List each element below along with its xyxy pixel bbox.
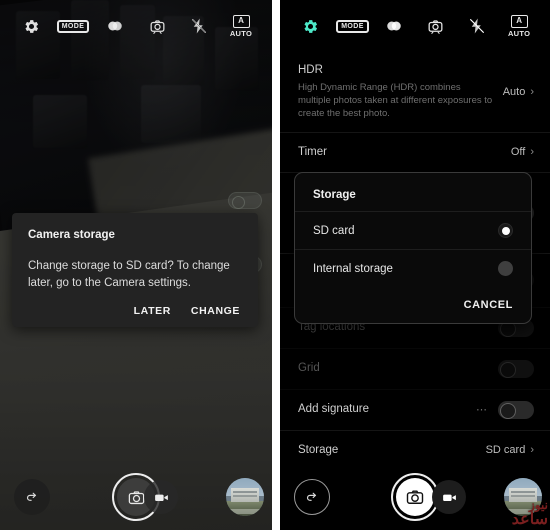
thumbnail-road: [504, 509, 542, 514]
flash-off-icon[interactable]: [462, 11, 492, 41]
later-button[interactable]: LATER: [134, 305, 171, 317]
setting-value[interactable]: SD card ›: [486, 444, 534, 456]
cancel-button[interactable]: CANCEL: [464, 299, 513, 311]
auto-letter: A: [232, 14, 250, 28]
mode-icon[interactable]: MODE: [56, 11, 90, 41]
back-button[interactable]: [14, 479, 50, 515]
setting-title: Add signature: [298, 403, 369, 416]
change-button[interactable]: CHANGE: [191, 305, 240, 317]
chevron-right-icon: ›: [530, 146, 534, 159]
auto-label: AUTO: [507, 28, 531, 38]
gallery-thumbnail[interactable]: [504, 478, 542, 516]
storage-option-sd-card[interactable]: SD card: [295, 211, 531, 249]
switch-camera-icon[interactable]: [421, 11, 451, 41]
settings-gear-icon[interactable]: [16, 11, 46, 41]
setting-title: Grid: [298, 362, 320, 375]
chevron-right-icon: ›: [530, 85, 534, 98]
setting-value-text: SD card: [485, 444, 526, 457]
radio-unselected-icon[interactable]: [498, 261, 513, 276]
auto-letter: A: [510, 14, 528, 28]
dual-screenshot: MODE A AUTO Camera storage Change storag…: [0, 0, 550, 530]
storage-dialog-title: Storage: [313, 189, 356, 201]
camera-storage-dialog: Camera storage Change storage to SD card…: [12, 213, 258, 328]
setting-row-add-signature[interactable]: Add signature ⋯: [280, 390, 550, 431]
setting-title: Storage: [298, 443, 339, 456]
auto-mode-icon[interactable]: A AUTO: [504, 11, 534, 41]
auto-label: AUTO: [229, 28, 253, 38]
setting-value[interactable]: Auto ›: [503, 86, 534, 98]
setting-title: HDR: [298, 64, 323, 76]
setting-value-text: Off: [510, 146, 526, 159]
setting-title: Timer: [298, 145, 327, 158]
setting-value-text: Auto: [502, 85, 526, 98]
video-record-button[interactable]: [432, 480, 466, 514]
storage-dialog-actions: CANCEL: [295, 287, 531, 317]
flash-off-icon[interactable]: [184, 11, 214, 41]
chevron-right-icon: ›: [530, 444, 534, 457]
storage-option-label: SD card: [313, 224, 355, 237]
storage-option-internal-storage[interactable]: Internal storage: [295, 249, 531, 287]
thumbnail-road: [226, 509, 264, 514]
camera-bottombar-left: [0, 464, 272, 530]
radio-selected-icon[interactable]: [498, 223, 513, 238]
setting-subtitle: High Dynamic Range (HDR) combines multip…: [298, 81, 493, 120]
filter-icon[interactable]: [379, 11, 409, 41]
thumbnail-building: [508, 487, 538, 502]
settings-gear-icon[interactable]: [296, 11, 326, 41]
camera-bottombar-right: [280, 464, 550, 530]
storage-dialog: Storage SD card Internal storage CANCEL: [294, 172, 532, 324]
auto-mode-icon[interactable]: A AUTO: [226, 11, 256, 41]
dialog-actions: LATER CHANGE: [28, 305, 242, 317]
gallery-thumbnail[interactable]: [226, 478, 264, 516]
thumbnail-building: [230, 487, 260, 502]
mode-label: MODE: [56, 19, 90, 33]
camera-topbar-left: MODE A AUTO: [0, 0, 272, 52]
overflow-dots-icon[interactable]: ⋯: [476, 403, 488, 416]
ghost-toggle: [228, 192, 262, 209]
switch-camera-icon[interactable]: [142, 11, 172, 41]
storage-option-label: Internal storage: [313, 262, 393, 275]
setting-toggle[interactable]: [498, 359, 534, 378]
video-record-button[interactable]: [144, 480, 178, 514]
setting-row-grid[interactable]: Grid: [280, 349, 550, 390]
dialog-title: Camera storage: [28, 229, 115, 241]
setting-row-storage[interactable]: Storage SD card ›: [280, 431, 550, 464]
panel-divider: [272, 0, 280, 530]
back-button[interactable]: [294, 479, 330, 515]
setting-row-timer[interactable]: Timer Off ›: [280, 133, 550, 173]
filter-icon[interactable]: [100, 11, 130, 41]
camera-topbar-right: MODE A AUTO: [280, 0, 550, 52]
setting-value[interactable]: Off ›: [511, 146, 534, 158]
mode-label: MODE: [336, 19, 369, 33]
left-panel-camera-viewfinder: MODE A AUTO Camera storage Change storag…: [0, 0, 272, 530]
right-panel-camera-settings: MODE A AUTO HDR High Dynamic Range (HDR)…: [280, 0, 550, 530]
dialog-message: Change storage to SD card? To change lat…: [28, 260, 230, 289]
setting-toggle[interactable]: [498, 400, 534, 419]
setting-row-hdr[interactable]: HDR High Dynamic Range (HDR) combines mu…: [280, 52, 550, 133]
mode-icon[interactable]: MODE: [336, 11, 369, 41]
